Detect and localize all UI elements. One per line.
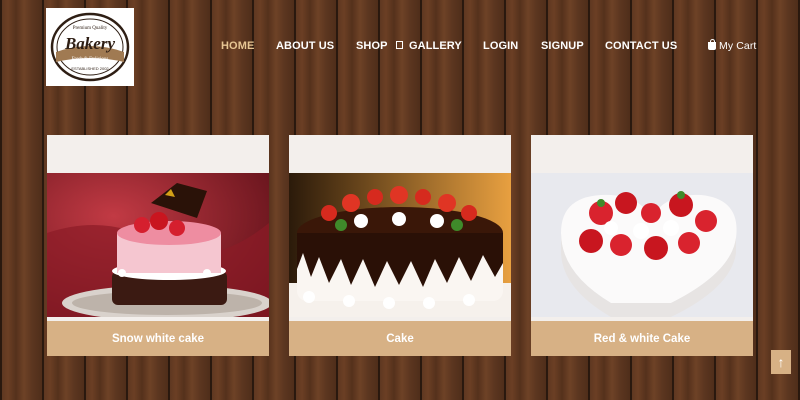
svg-text:ESTABLISHED 2002: ESTABLISHED 2002: [71, 66, 109, 71]
nav-home[interactable]: HOME: [221, 40, 254, 52]
nav-login[interactable]: LOGIN: [483, 40, 518, 52]
product-image: [47, 173, 269, 317]
nav-shop-label: SHOP: [356, 40, 388, 52]
product-card-cake[interactable]: Cake: [289, 135, 511, 356]
main-navigation: HOME ABOUT US SHOP GALLERY LOGIN SIGNUP …: [0, 39, 800, 56]
product-card-snow-white-cake[interactable]: Snow white cake: [47, 135, 269, 356]
product-title[interactable]: Red & white Cake: [531, 321, 753, 356]
cart-link[interactable]: My Cart: [708, 39, 757, 52]
nav-signup[interactable]: SIGNUP: [541, 40, 584, 52]
nav-gallery[interactable]: GALLERY: [409, 40, 462, 52]
arrow-up-icon[interactable]: ↑: [771, 350, 791, 374]
svg-text:Premium Quality: Premium Quality: [73, 26, 108, 31]
chevron-down-icon[interactable]: [395, 41, 403, 49]
product-card-red-white-cake[interactable]: Red & white Cake: [531, 135, 753, 356]
product-title[interactable]: Cake: [289, 321, 511, 356]
cart-label: My Cart: [719, 40, 757, 52]
product-image: [531, 173, 753, 317]
product-title[interactable]: Snow white cake: [47, 321, 269, 356]
product-image: [289, 173, 511, 317]
svg-text:Fresh & Delicious: Fresh & Delicious: [72, 57, 109, 62]
shopping-bag-icon: [708, 39, 716, 50]
nav-contact-us[interactable]: CONTACT US: [605, 40, 677, 52]
nav-about-us[interactable]: ABOUT US: [276, 40, 334, 52]
nav-shop[interactable]: SHOP: [356, 40, 403, 52]
